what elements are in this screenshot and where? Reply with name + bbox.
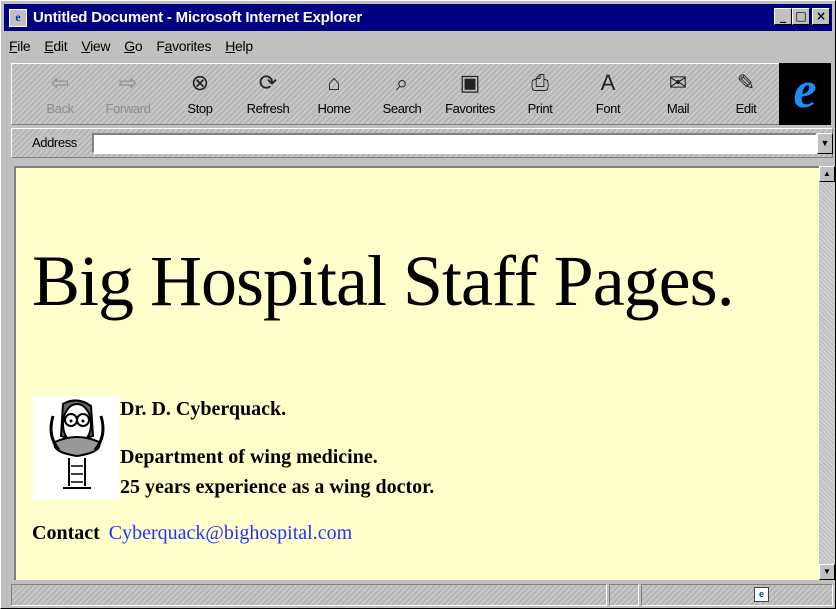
address-input[interactable] [92, 133, 817, 154]
page-content: Big Hospital Staff Pages. Dr. D. Cyberqu… [14, 166, 819, 580]
page-title: Big Hospital Staff Pages. [32, 241, 735, 321]
edit-button[interactable]: ✎ Edit [716, 68, 776, 122]
printer-icon: ⎙ [531, 70, 549, 95]
close-button[interactable]: × [812, 8, 830, 25]
refresh-button[interactable]: ⟳ Refresh [238, 68, 298, 122]
scroll-down-button[interactable]: ▼ [819, 564, 835, 580]
standard-toolbar: ⇦ Back ⇨ Forward ⊗ Stop ⟳ Refresh ⌂ Home ⌕ Search ▣ F… [11, 63, 781, 125]
refresh-icon: ⟳ [258, 70, 278, 95]
window-controls: _ □ × [774, 8, 830, 25]
status-progress-pane [609, 584, 639, 606]
ie-app-icon[interactable]: e [9, 8, 27, 27]
favorites-label: Favorites [444, 101, 496, 116]
search-label: Search [381, 101, 423, 116]
forward-arrow-icon: ⇨ [118, 70, 138, 95]
doctor-experience: 25 years experience as a wing doctor. [120, 476, 435, 498]
refresh-label: Refresh [245, 101, 291, 116]
ie-logo-icon: e [793, 62, 817, 119]
doctor-avatar-image [33, 396, 119, 500]
home-icon: ⌂ [327, 70, 341, 95]
status-text-pane [11, 584, 607, 606]
back-label: Back [45, 101, 75, 116]
ie-throbber-logo: e [779, 63, 831, 125]
print-label: Print [526, 101, 554, 116]
contact-label: Contact [32, 522, 100, 544]
edit-label: Edit [734, 101, 758, 116]
favorites-folder-icon: ▣ [459, 70, 481, 95]
font-button[interactable]: A Font [578, 68, 638, 122]
back-button[interactable]: ⇦ Back [30, 68, 90, 122]
browser-window: e Untitled Document - Microsoft Internet… [0, 0, 836, 609]
doctor-name: Dr. D. Cyberquack. [120, 398, 287, 420]
security-zone-icon: e [754, 587, 769, 602]
menu-favorites[interactable]: Favorites [156, 38, 211, 54]
stop-label: Stop [186, 101, 214, 116]
minimize-button[interactable]: _ [774, 8, 792, 25]
maximize-button[interactable]: □ [792, 8, 810, 25]
title-bar[interactable]: e Untitled Document - Microsoft Internet… [4, 4, 832, 31]
menu-bar: File Edit View Go Favorites Help [9, 35, 267, 57]
status-zone-pane [641, 584, 833, 606]
contact-line: Contact Cyberquack@bighospital.com [32, 522, 352, 545]
window-title: Untitled Document - Microsoft Internet E… [33, 9, 362, 26]
favorites-button[interactable]: ▣ Favorites [440, 68, 500, 122]
font-icon: A [600, 70, 616, 95]
search-button[interactable]: ⌕ Search [372, 68, 432, 122]
mail-icon: ✉ [668, 70, 688, 95]
edit-icon: ✎ [736, 70, 756, 95]
menu-file[interactable]: File [9, 38, 31, 54]
status-bar: e [11, 584, 833, 606]
forward-label: Forward [104, 101, 152, 116]
mail-label: Mail [665, 101, 691, 116]
doctor-department: Department of wing medicine. [120, 446, 378, 468]
home-button[interactable]: ⌂ Home [304, 68, 364, 122]
address-label: Address [32, 135, 77, 150]
home-label: Home [316, 101, 352, 116]
stop-icon: ⊗ [190, 70, 210, 95]
menu-view[interactable]: View [81, 38, 110, 54]
menu-edit[interactable]: Edit [44, 38, 67, 54]
address-bar: Address ▼ [11, 128, 833, 158]
stop-button[interactable]: ⊗ Stop [170, 68, 230, 122]
menu-help[interactable]: Help [225, 38, 253, 54]
contact-email-link[interactable]: Cyberquack@bighospital.com [109, 522, 352, 544]
search-icon: ⌕ [395, 70, 409, 95]
vertical-scrollbar[interactable]: ▲ ▼ [819, 166, 835, 580]
menu-go[interactable]: Go [124, 38, 142, 54]
font-label: Font [594, 101, 622, 116]
print-button[interactable]: ⎙ Print [510, 68, 570, 122]
scroll-up-button[interactable]: ▲ [819, 166, 835, 182]
address-dropdown-button[interactable]: ▼ [817, 133, 833, 154]
back-arrow-icon: ⇦ [50, 70, 70, 95]
forward-button[interactable]: ⇨ Forward [98, 68, 158, 122]
mail-button[interactable]: ✉ Mail [648, 68, 708, 122]
